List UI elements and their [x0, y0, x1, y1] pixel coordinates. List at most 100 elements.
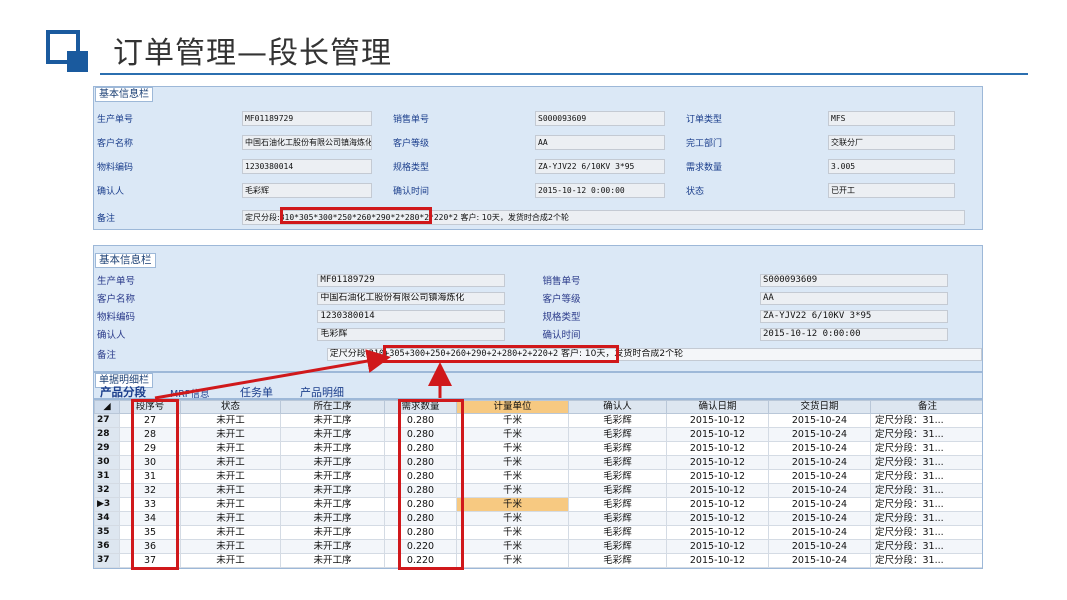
- cell-ddate: 2015-10-24: [768, 483, 871, 498]
- cell-note: 定尺分段：31...: [870, 497, 982, 512]
- table-row[interactable]: 29 29 未开工 未开工序 0.280 千米 毛彩辉 2015-10-12 2015-10-2…: [94, 441, 982, 456]
- row-number[interactable]: 36: [94, 539, 120, 554]
- column-header[interactable]: 备注: [870, 400, 982, 414]
- table-row[interactable]: 36 36 未开工 未开工序 0.220 千米 毛彩辉 2015-10-12 2015-10-2…: [94, 539, 982, 554]
- cell-status: 未开工: [180, 469, 281, 484]
- table-row[interactable]: 31 31 未开工 未开工序 0.280 千米 毛彩辉 2015-10-12 2015-10-2…: [94, 469, 982, 484]
- cell-ddate: 2015-10-24: [768, 441, 871, 456]
- highlight-box-remark: [383, 345, 619, 363]
- column-header[interactable]: 状态: [180, 400, 281, 414]
- row-number[interactable]: 30: [94, 455, 120, 470]
- field-value[interactable]: 2015-10-12 0:00:00: [759, 327, 948, 341]
- cell-unit: 千米: [456, 455, 569, 470]
- table-row[interactable]: ▶3 33 未开工 未开工序 0.280 千米 毛彩辉 2015-10-12 2015-10-2…: [94, 497, 982, 512]
- cell-cdate: 2015-10-12: [666, 413, 769, 428]
- cell-confirmer: 毛彩辉: [568, 441, 667, 456]
- row-number[interactable]: 32: [94, 483, 120, 498]
- cell-confirmer: 毛彩辉: [568, 455, 667, 470]
- field-value[interactable]: 2015-10-12 0:00:00: [535, 182, 665, 198]
- column-header[interactable]: 确认人: [568, 400, 667, 414]
- field-value[interactable]: 1230380014: [317, 309, 506, 323]
- cell-note: 定尺分段：31...: [870, 427, 982, 442]
- field-value[interactable]: AA: [759, 291, 948, 305]
- tab-mrp-info[interactable]: MRP信息: [170, 386, 210, 400]
- cell-cdate: 2015-10-12: [666, 539, 769, 554]
- tab-task-order[interactable]: 任务单: [240, 384, 273, 400]
- info-row: 物料编码 1230380014 规格类型 ZA-YJV22 6/10KV 3*95 需求…: [94, 155, 982, 177]
- highlight-box-remark-old: [280, 207, 432, 224]
- field-label: 需求数量: [686, 162, 723, 173]
- tab-product-segment[interactable]: 产品分段: [100, 384, 146, 400]
- cell-note: 定尺分段：31...: [870, 483, 982, 498]
- table-row[interactable]: 28 28 未开工 未开工序 0.280 千米 毛彩辉 2015-10-12 2015-10-2…: [94, 427, 982, 442]
- cell-proc: 未开工序: [280, 441, 385, 456]
- row-number[interactable]: 34: [94, 511, 120, 526]
- field-value[interactable]: 中国石油化工股份有限公司镇海炼化: [242, 134, 372, 150]
- table-row[interactable]: 35 35 未开工 未开工序 0.280 千米 毛彩辉 2015-10-12 2015-10-2…: [94, 525, 982, 540]
- field-value[interactable]: MF01189729: [317, 273, 506, 287]
- cell-cdate: 2015-10-12: [666, 441, 769, 456]
- field-value[interactable]: 已开工: [828, 182, 955, 198]
- cell-ddate: 2015-10-24: [768, 497, 871, 512]
- field-value[interactable]: 1230380014: [242, 158, 372, 174]
- row-number[interactable]: 28: [94, 427, 120, 442]
- table-row[interactable]: 34 34 未开工 未开工序 0.280 千米 毛彩辉 2015-10-12 2015-10-2…: [94, 511, 982, 526]
- row-number[interactable]: 31: [94, 469, 120, 484]
- field-label: 订单类型: [686, 114, 723, 125]
- table-row[interactable]: 32 32 未开工 未开工序 0.280 千米 毛彩辉 2015-10-12 2015-10-2…: [94, 483, 982, 498]
- cell-note: 定尺分段：31...: [870, 455, 982, 470]
- cell-status: 未开工: [180, 539, 281, 554]
- highlight-box-seq-column: [131, 399, 179, 570]
- table-row[interactable]: 27 27 未开工 未开工序 0.280 千米 毛彩辉 2015-10-12 2015-10-2…: [94, 413, 982, 428]
- cell-status: 未开工: [180, 427, 281, 442]
- cell-unit: 千米: [456, 553, 569, 568]
- field-value[interactable]: 中国石油化工股份有限公司镇海炼化: [317, 291, 506, 305]
- cell-proc: 未开工序: [280, 553, 385, 568]
- cell-proc: 未开工序: [280, 539, 385, 554]
- field-value[interactable]: S000093609: [535, 110, 665, 126]
- field-label: 确认时间: [393, 186, 430, 197]
- field-value[interactable]: 3.005: [828, 158, 955, 174]
- segment-grid[interactable]: ◢ 段序号 状态 所在工序 需求数量 计量单位 确认人 确认日期 交货日期 备注 27 27 未开工未…: [93, 399, 983, 569]
- cell-cdate: 2015-10-12: [666, 455, 769, 470]
- cell-status: 未开工: [180, 553, 281, 568]
- field-label: 销售单号: [393, 114, 430, 125]
- cell-proc: 未开工序: [280, 497, 385, 512]
- cell-unit: 千米: [456, 525, 569, 540]
- row-number[interactable]: ▶3: [94, 497, 120, 512]
- cell-proc: 未开工序: [280, 525, 385, 540]
- cell-confirmer: 毛彩辉: [568, 483, 667, 498]
- field-label: 物料编码: [97, 162, 134, 173]
- field-value[interactable]: MF01189729: [242, 110, 372, 126]
- highlight-box-qty-column: [398, 399, 464, 570]
- field-value[interactable]: MFS: [828, 110, 955, 126]
- cell-proc: 未开工序: [280, 413, 385, 428]
- table-row[interactable]: 37 37 未开工 未开工序 0.220 千米 毛彩辉 2015-10-12 2015-10-2…: [94, 553, 982, 568]
- field-value[interactable]: 毛彩辉: [242, 182, 372, 198]
- field-value[interactable]: 毛彩辉: [317, 327, 506, 341]
- field-value[interactable]: ZA-YJV22 6/10KV 3*95: [535, 158, 665, 174]
- row-number[interactable]: 29: [94, 441, 120, 456]
- tab-product-detail[interactable]: 产品明细: [300, 384, 344, 400]
- field-value[interactable]: S000093609: [759, 273, 948, 287]
- column-header[interactable]: 所在工序: [280, 400, 385, 414]
- row-number[interactable]: 27: [94, 413, 120, 428]
- cell-ddate: 2015-10-24: [768, 455, 871, 470]
- field-value[interactable]: AA: [535, 134, 665, 150]
- info-row: 生产单号 MF01189729 销售单号 S000093609: [94, 271, 982, 289]
- field-value[interactable]: ZA-YJV22 6/10KV 3*95: [759, 309, 948, 323]
- cell-status: 未开工: [180, 525, 281, 540]
- column-header[interactable]: 交货日期: [768, 400, 871, 414]
- column-header[interactable]: 确认日期: [666, 400, 769, 414]
- table-row[interactable]: 30 30 未开工 未开工序 0.280 千米 毛彩辉 2015-10-12 2015-10-2…: [94, 455, 982, 470]
- cell-ddate: 2015-10-24: [768, 539, 871, 554]
- row-number[interactable]: 35: [94, 525, 120, 540]
- field-label: 物料编码: [97, 312, 136, 323]
- cell-note: 定尺分段：31...: [870, 469, 982, 484]
- column-header[interactable]: 计量单位: [456, 400, 569, 414]
- cell-cdate: 2015-10-12: [666, 553, 769, 568]
- field-value[interactable]: 交联分厂: [828, 134, 955, 150]
- remark-label: 备注: [97, 213, 116, 224]
- field-label: 销售单号: [542, 276, 581, 287]
- row-number[interactable]: 37: [94, 553, 120, 568]
